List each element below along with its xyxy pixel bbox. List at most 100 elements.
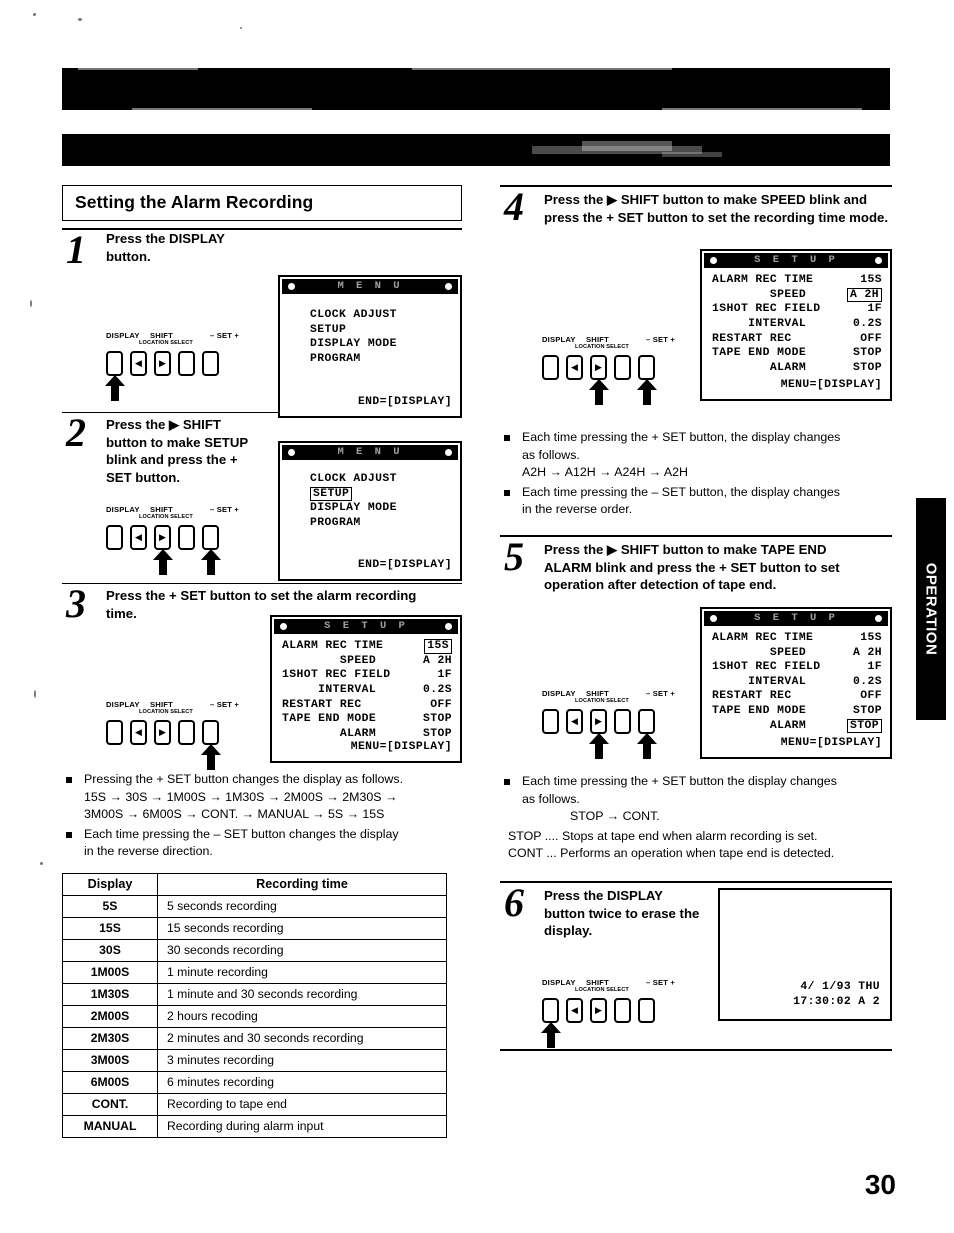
set-minus-button[interactable] — [614, 355, 631, 380]
osd-setup-row[interactable]: RESTART REC OFF — [282, 698, 452, 713]
left-column: Setting the Alarm Recording 1 Press the … — [62, 185, 462, 1139]
osd-menu-item[interactable]: DISPLAY MODE — [310, 337, 452, 352]
scan-speck — [33, 13, 36, 16]
osd-dot-left-icon — [710, 257, 717, 264]
button-panel-labels: DISPLAY SHIFT LOCATION SELECT – SET + — [106, 700, 239, 720]
shift-left-button[interactable]: ◀ — [566, 998, 583, 1024]
display-button[interactable] — [542, 355, 559, 380]
pointer-arrow-icon — [541, 1022, 561, 1049]
step-4: 4 Press the ▶ SHIFT button to make SPEED… — [500, 187, 892, 409]
osd-row-value: STOP — [853, 705, 882, 718]
shift-right-button[interactable]: ▶ — [154, 351, 171, 376]
osd-setup-row[interactable]: TAPE END MODE STOP — [712, 346, 882, 361]
osd-menu-item[interactable]: CLOCK ADJUST — [310, 472, 452, 487]
pointer-arrow-icon — [637, 733, 657, 760]
osd-setup-row[interactable]: TAPE END MODE STOP — [282, 712, 452, 727]
osd-setup-row[interactable]: SPEED A 2H — [282, 654, 452, 669]
button-panel-labels: DISPLAY SHIFT LOCATION SELECT – SET + — [106, 331, 239, 351]
osd-row-value: 0.2S — [853, 675, 882, 688]
set-plus-button[interactable] — [202, 720, 219, 745]
osd-menu-item[interactable]: PROGRAM — [310, 352, 452, 367]
osd-setup-row[interactable]: TAPE END MODE STOP — [712, 704, 882, 719]
step-line: ALARM blink and press the + SET button t… — [544, 559, 840, 575]
osd-setup-row[interactable]: INTERVAL 0.2S — [712, 317, 882, 332]
shift-left-button[interactable]: ◀ — [130, 720, 147, 745]
shift-left-button[interactable]: ◀ — [130, 525, 147, 550]
step-line: operation after detection of tape end. — [544, 577, 777, 593]
set-minus-button[interactable] — [178, 525, 195, 550]
shift-left-button[interactable]: ◀ — [130, 351, 147, 376]
osd-setup-row[interactable]: ALARM REC TIME 15S — [282, 639, 452, 654]
osd-setup-row[interactable]: ALARM REC TIME 15S — [712, 631, 882, 646]
left-arrow-icon: ◀ — [571, 362, 578, 372]
osd-footer: MENU=[DISPLAY] — [780, 737, 882, 750]
page-number: 30 — [864, 1169, 896, 1200]
osd-setup-row[interactable]: SPEED A 2H — [712, 646, 882, 661]
osd-menu-item[interactable]: SETUP — [310, 323, 452, 338]
label-set: – SET + — [210, 331, 240, 340]
shift-right-button[interactable]: ▶ — [590, 355, 607, 380]
osd-setup-row[interactable]: RESTART REC OFF — [712, 332, 882, 347]
notes-step4: Each time pressing the + SET button, the… — [500, 429, 892, 519]
osd-setup-row[interactable]: INTERVAL 0.2S — [282, 683, 452, 698]
osd-setup-row[interactable]: RESTART REC OFF — [712, 689, 882, 704]
set-plus-button[interactable] — [202, 525, 219, 550]
osd-setup-row[interactable]: ALARM REC TIME 15S — [712, 273, 882, 288]
osd-row-value: A 2H — [423, 654, 452, 667]
set-minus-button[interactable] — [178, 351, 195, 376]
step-3: 3 Press the + SET button to set the alar… — [62, 584, 462, 770]
osd-setup-row[interactable]: ALARM STOP — [712, 718, 882, 734]
shift-right-button[interactable]: ▶ — [590, 998, 607, 1024]
osd-menu-item[interactable]: DISPLAY MODE — [310, 501, 452, 516]
set-minus-button[interactable] — [614, 998, 631, 1024]
osd-title-bar: M E N U — [282, 445, 458, 460]
button-panel-step3: DISPLAY SHIFT LOCATION SELECT – SET + ◀ … — [106, 700, 239, 770]
osd-menu-item[interactable]: CLOCK ADJUST — [310, 308, 452, 323]
step-instruction: Press the DISPLAY button. — [106, 230, 321, 265]
osd-setup-row[interactable]: 1SHOT REC FIELD 1F — [712, 660, 882, 675]
set-plus-button[interactable] — [638, 355, 655, 380]
display-button[interactable] — [542, 998, 559, 1024]
step-number: 5 — [504, 534, 524, 580]
label-display: DISPLAY — [542, 689, 576, 699]
osd-setup-row[interactable]: INTERVAL 0.2S — [712, 675, 882, 690]
osd-dot-left-icon — [288, 449, 295, 456]
shift-right-button[interactable]: ▶ — [154, 720, 171, 745]
display-button[interactable] — [106, 351, 123, 376]
osd-setup-row[interactable]: ALARM STOP — [282, 727, 452, 742]
osd-menu-item-highlighted[interactable]: SETUP — [310, 486, 452, 502]
osd-row-label: SPEED — [282, 654, 377, 667]
set-plus-button[interactable] — [202, 351, 219, 376]
pointer-arrow-icon — [589, 733, 609, 760]
right-arrow-icon: ▶ — [159, 532, 166, 542]
step-line: Press the DISPLAY — [544, 888, 663, 904]
display-button[interactable] — [542, 709, 559, 735]
osd-dot-right-icon — [445, 283, 452, 290]
set-plus-button[interactable] — [638, 998, 655, 1024]
label-location-select: LOCATION SELECT — [139, 340, 193, 346]
osd-row-value: A 2H — [853, 646, 882, 659]
display-button[interactable] — [106, 525, 123, 550]
set-minus-button[interactable] — [178, 720, 195, 745]
step-6: 6 Press the DISPLAY button twice to eras… — [500, 883, 892, 1049]
osd-setup-row[interactable]: 1SHOT REC FIELD 1F — [712, 302, 882, 317]
button-panel-step6: DISPLAY SHIFT LOCATION SELECT – SET + ◀ … — [541, 978, 675, 1049]
set-minus-button[interactable] — [614, 709, 631, 735]
shift-left-button[interactable]: ◀ — [566, 709, 583, 735]
right-arrow-icon: ▶ — [595, 362, 602, 372]
shift-right-button[interactable]: ▶ — [154, 525, 171, 550]
shift-left-button[interactable]: ◀ — [566, 355, 583, 380]
osd-row-value: STOP — [853, 347, 882, 360]
shift-right-button[interactable]: ▶ — [590, 709, 607, 735]
set-plus-button[interactable] — [638, 709, 655, 735]
cell-description: 1 minute and 30 seconds recording — [157, 983, 447, 1007]
osd-setup-row[interactable]: 1SHOT REC FIELD 1F — [282, 668, 452, 683]
osd-menu-item[interactable]: PROGRAM — [310, 516, 452, 531]
osd-setup-row[interactable]: ALARM STOP — [712, 361, 882, 376]
cell-display: 5S — [62, 895, 158, 919]
step-instruction: Press the DISPLAY button twice to erase … — [544, 883, 744, 940]
pointer-arrow-icon — [105, 375, 125, 401]
osd-setup-row[interactable]: SPEED A 2H — [712, 287, 882, 303]
cell-display: CONT. — [62, 1093, 158, 1117]
display-button[interactable] — [106, 720, 123, 745]
